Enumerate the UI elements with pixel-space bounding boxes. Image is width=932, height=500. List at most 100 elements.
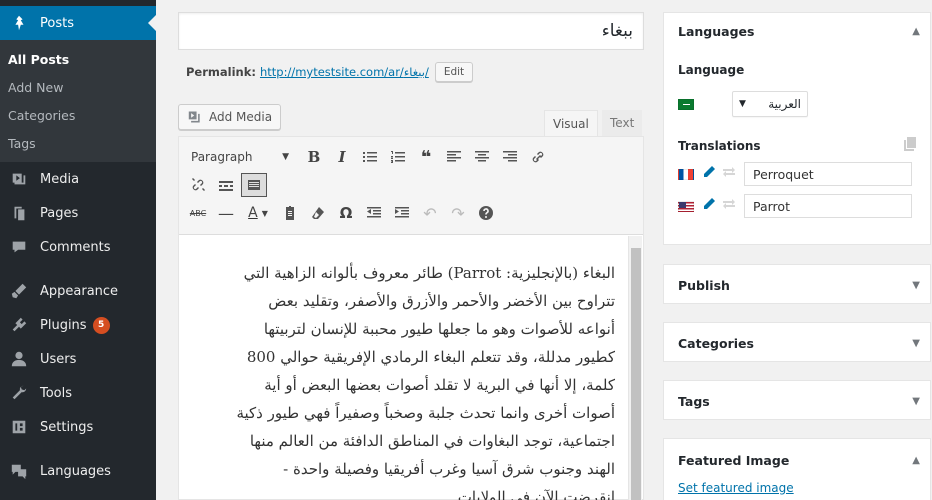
- sidebar-item-label: Languages: [40, 463, 111, 479]
- submenu-categories[interactable]: Categories: [0, 102, 156, 130]
- read-more-icon[interactable]: [213, 173, 239, 197]
- language-select[interactable]: ▼ العربية: [732, 91, 808, 117]
- pin-icon: [8, 13, 30, 33]
- expand-arrow-icon[interactable]: ▼: [912, 338, 920, 349]
- special-character-icon[interactable]: Ω: [333, 201, 359, 225]
- collapse-arrow-icon[interactable]: ▲: [912, 455, 920, 466]
- sidebar-item-label: Plugins: [40, 317, 87, 333]
- pencil-icon[interactable]: [702, 165, 716, 183]
- categories-box: Categories ▼: [663, 322, 931, 362]
- sidebar-item-posts[interactable]: Posts: [0, 6, 156, 40]
- comments-icon: [8, 237, 30, 257]
- format-select[interactable]: Paragraph ▼: [185, 145, 295, 169]
- sidebar-item-tools[interactable]: Tools: [0, 376, 156, 410]
- sync-icon[interactable]: [722, 166, 736, 182]
- pencil-icon[interactable]: [702, 197, 716, 215]
- language-select-value: العربية: [768, 97, 801, 111]
- publish-box-header[interactable]: Publish ▼: [664, 265, 930, 305]
- submenu-all-posts[interactable]: All Posts: [0, 46, 156, 74]
- italic-button[interactable]: I: [329, 145, 355, 169]
- language-label: Language: [678, 63, 745, 77]
- featured-image-box: Featured Image ▲ Set featured image: [663, 438, 931, 500]
- content-editor: Paragraph ▼ B I ❝ ABC — A ▼ Ω ↶ ↷ البغاء…: [178, 136, 644, 500]
- sidebar-item-comments[interactable]: Comments: [0, 230, 156, 264]
- publish-box-title: Publish: [678, 277, 730, 293]
- us-flag-icon: [678, 200, 694, 212]
- appearance-icon: [8, 281, 30, 301]
- toolbar-toggle-icon[interactable]: [241, 173, 267, 197]
- translation-input-english[interactable]: [744, 194, 912, 218]
- paste-text-icon[interactable]: [277, 201, 303, 225]
- outdent-icon[interactable]: [361, 201, 387, 225]
- sync-icon[interactable]: [722, 198, 736, 214]
- translation-input-french[interactable]: [744, 162, 912, 186]
- strikethrough-icon[interactable]: ABC: [185, 201, 211, 225]
- horizontal-line-icon[interactable]: —: [213, 201, 239, 225]
- align-center-icon[interactable]: [469, 145, 495, 169]
- sidebar-item-pages[interactable]: Pages: [0, 196, 156, 230]
- permalink-edit-button[interactable]: Edit: [434, 62, 474, 82]
- align-left-icon[interactable]: [441, 145, 467, 169]
- sidebar-item-users[interactable]: Users: [0, 342, 156, 376]
- help-icon[interactable]: [473, 201, 499, 225]
- link-icon[interactable]: [525, 145, 551, 169]
- languages-box-title: Languages: [678, 23, 755, 39]
- plugins-icon: [8, 315, 30, 335]
- blockquote-icon[interactable]: ❝: [413, 145, 439, 169]
- sidebar-item-label: Pages: [40, 205, 79, 221]
- sidebar-item-label: Media: [40, 171, 80, 187]
- chevron-down-icon: ▼: [739, 99, 746, 109]
- plugins-update-badge: 5: [92, 316, 110, 334]
- media-icon: [8, 169, 30, 189]
- wp-admin-post-editor: Posts All Posts Add New Categories Tags …: [0, 0, 932, 500]
- settings-icon: [8, 417, 30, 437]
- editor-scrollbar[interactable]: [628, 236, 642, 500]
- translations-label: Translations: [678, 138, 761, 153]
- sidebar-item-settings[interactable]: Settings: [0, 410, 156, 444]
- sidebar-item-appearance[interactable]: Appearance: [0, 274, 156, 308]
- clear-formatting-icon[interactable]: [305, 201, 331, 225]
- submenu-tags[interactable]: Tags: [0, 130, 156, 158]
- align-right-icon[interactable]: [497, 145, 523, 169]
- sidebar-item-plugins[interactable]: Plugins 5: [0, 308, 156, 342]
- tab-visual[interactable]: Visual: [544, 110, 598, 136]
- unlink-icon[interactable]: [185, 173, 211, 197]
- languages-box-header[interactable]: Languages ▲: [664, 13, 930, 49]
- bullet-list-icon[interactable]: [357, 145, 383, 169]
- add-media-label: Add Media: [209, 110, 273, 124]
- sidebar-item-label: Appearance: [40, 283, 119, 299]
- add-media-button[interactable]: Add Media: [178, 104, 282, 130]
- sidebar-item-label: Comments: [40, 239, 111, 255]
- copy-icon[interactable]: [904, 137, 916, 154]
- sidebar-item-languages[interactable]: Languages: [0, 454, 156, 488]
- numbered-list-icon[interactable]: [385, 145, 411, 169]
- tags-box-header[interactable]: Tags ▼: [664, 381, 930, 421]
- text-color-icon[interactable]: A ▼: [241, 201, 275, 225]
- post-title-input[interactable]: [178, 12, 644, 50]
- redo-icon[interactable]: ↷: [445, 201, 471, 225]
- set-featured-image-link[interactable]: Set featured image: [664, 481, 930, 495]
- bold-button[interactable]: B: [301, 145, 327, 169]
- editor-content-area[interactable]: البغاء (بالإنجليزية: Parrot) طائر معروف …: [179, 235, 643, 500]
- post-content-text: البغاء (بالإنجليزية: Parrot) طائر معروف …: [236, 264, 615, 500]
- submenu-add-new[interactable]: Add New: [0, 74, 156, 102]
- categories-box-header[interactable]: Categories ▼: [664, 323, 930, 363]
- chevron-down-icon: ▼: [282, 152, 289, 162]
- collapse-arrow-icon[interactable]: ▲: [912, 26, 920, 37]
- featured-image-box-header[interactable]: Featured Image ▲: [664, 439, 930, 481]
- permalink-url-link[interactable]: http://mytestsite.com/ar/ببغاء/: [260, 65, 429, 79]
- france-flag-icon: [678, 168, 694, 180]
- editor-toolbar: Paragraph ▼ B I ❝ ABC — A ▼ Ω ↶ ↷: [179, 137, 643, 235]
- format-select-value: Paragraph: [191, 150, 253, 164]
- indent-icon[interactable]: [389, 201, 415, 225]
- sidebar-item-label: Posts: [40, 15, 74, 31]
- users-icon: [8, 349, 30, 369]
- admin-sidebar: Posts All Posts Add New Categories Tags …: [0, 0, 156, 500]
- editor-scrollbar-thumb[interactable]: [631, 248, 641, 500]
- expand-arrow-icon[interactable]: ▼: [912, 280, 920, 291]
- undo-icon[interactable]: ↶: [417, 201, 443, 225]
- expand-arrow-icon[interactable]: ▼: [912, 396, 920, 407]
- tab-text[interactable]: Text: [602, 110, 643, 136]
- add-media-icon: [188, 111, 200, 123]
- sidebar-item-media[interactable]: Media: [0, 162, 156, 196]
